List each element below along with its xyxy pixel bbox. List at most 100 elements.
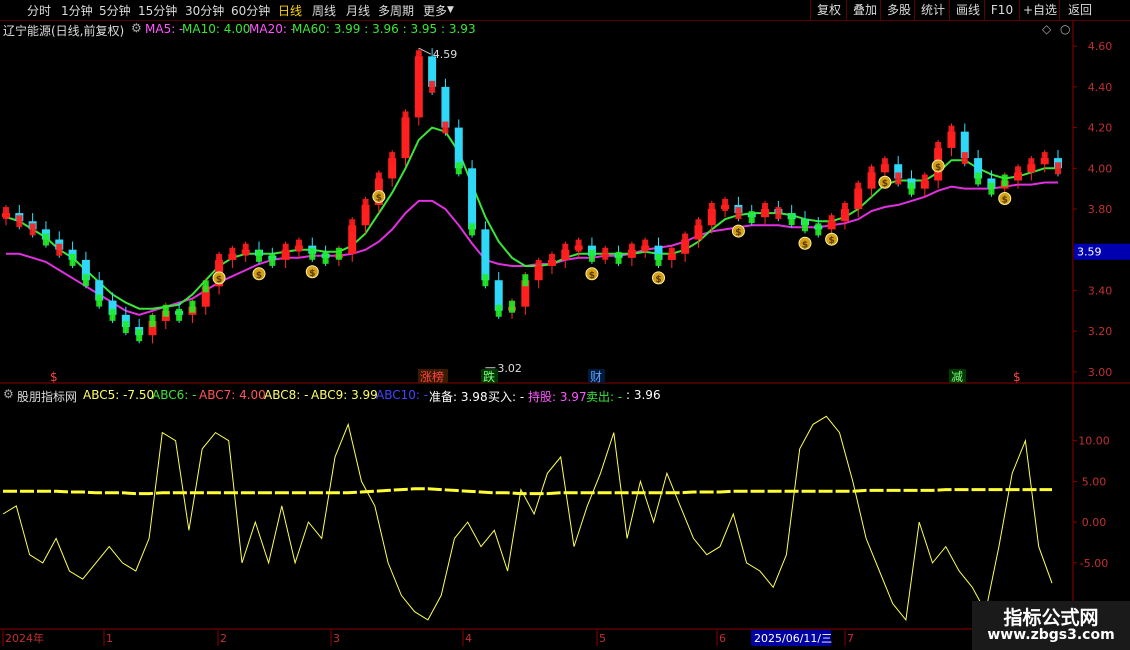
trend-block	[801, 219, 808, 232]
trend-block	[762, 203, 769, 215]
trend-block	[322, 251, 329, 264]
time-tick-label: 7	[847, 632, 854, 645]
trend-block	[775, 207, 782, 220]
cursor-date-label: 2025/06/11/三	[754, 632, 832, 645]
trend-block	[176, 308, 183, 321]
trend-block	[109, 308, 116, 321]
low-marker-label: 3.02	[497, 362, 522, 375]
trend-block	[229, 247, 236, 260]
trend-block	[615, 251, 622, 264]
price-tick-label: 3.80	[1088, 203, 1113, 216]
trend-block	[841, 203, 848, 215]
trend-block	[362, 198, 369, 211]
trend-block	[3, 207, 9, 220]
candle-body	[481, 229, 490, 281]
trend-block	[269, 253, 276, 266]
signal-badge: 财	[590, 370, 602, 384]
stock-chart[interactable]: 3.003.203.403.603.804.004.204.404.603.59…	[0, 0, 1130, 650]
trend-block	[961, 152, 968, 165]
trend-block	[895, 172, 902, 185]
trend-block	[655, 253, 662, 266]
trend-block	[682, 233, 689, 246]
money-bag-symbol: $	[589, 271, 595, 281]
trend-block	[136, 329, 143, 342]
trend-block	[56, 243, 63, 256]
trend-block	[855, 182, 862, 195]
trend-block	[815, 223, 822, 236]
abc9-line	[3, 487, 1052, 496]
trend-block	[495, 304, 502, 317]
time-tick-label: 4	[465, 632, 472, 645]
trend-block	[42, 233, 49, 246]
trend-block	[788, 213, 795, 226]
time-tick-label: 1	[106, 632, 113, 645]
trend-block	[96, 294, 103, 307]
trend-block	[122, 321, 129, 334]
indicator-tick-label: 5.00	[1082, 475, 1107, 488]
trend-block	[162, 304, 169, 317]
money-bag-symbol: $	[655, 275, 661, 285]
price-tick-label: 4.40	[1088, 81, 1113, 94]
watermark-logo: 指标公式网 www.zbgs3.com	[972, 601, 1130, 650]
trend-block	[988, 182, 995, 195]
money-bag-symbol: $	[802, 240, 808, 250]
signal-badge: 涨榜	[420, 369, 444, 384]
trend-block	[189, 300, 196, 313]
trend-block	[722, 198, 729, 211]
trend-block	[469, 223, 476, 236]
money-bag-symbol: $	[216, 275, 222, 285]
trend-block	[202, 280, 209, 293]
price-tick-label: 3.00	[1088, 366, 1113, 379]
indicator-tick-label: -5.00	[1080, 557, 1108, 570]
trend-block	[429, 80, 436, 93]
watermark-url: www.zbgs3.com	[987, 627, 1115, 643]
trend-block	[415, 50, 422, 63]
trend-block	[921, 174, 928, 187]
high-marker-label: 4.59	[433, 48, 458, 61]
time-tick-label: 2024年	[5, 631, 44, 645]
trend-block	[708, 203, 715, 215]
trend-block	[282, 243, 289, 256]
trend-block	[482, 274, 489, 287]
trend-block	[389, 152, 396, 165]
trend-block	[695, 219, 702, 232]
indicator-tick-label: 10.00	[1078, 435, 1110, 448]
money-bag-symbol: $	[1002, 196, 1008, 206]
money-bag-symbol: $	[309, 269, 315, 279]
price-tick-label: 4.60	[1088, 40, 1113, 53]
trend-block	[1028, 158, 1035, 171]
trend-block	[1001, 174, 1008, 187]
trend-block	[455, 162, 462, 175]
trend-block	[975, 172, 982, 185]
trend-block	[535, 259, 542, 272]
trend-block	[935, 141, 942, 154]
trend-block	[69, 253, 76, 266]
money-bag-symbol: $	[376, 193, 382, 203]
money-bag-symbol: $	[828, 236, 834, 246]
trend-block	[548, 253, 555, 266]
trend-block	[602, 247, 609, 260]
trend-block	[16, 215, 23, 228]
trend-block	[828, 215, 835, 228]
trend-block	[82, 274, 89, 287]
trend-block	[735, 207, 742, 220]
trend-block	[375, 172, 382, 185]
trend-block	[256, 249, 263, 262]
trend-block	[442, 121, 449, 134]
candle-body	[454, 127, 463, 169]
trend-block	[1041, 152, 1048, 165]
trend-block	[1055, 162, 1061, 175]
trend-block	[1015, 166, 1022, 179]
ma60-line	[6, 181, 1058, 316]
trend-block	[509, 300, 516, 313]
trend-block	[242, 243, 249, 256]
trend-block	[908, 182, 915, 195]
signal-badge: 减	[951, 370, 963, 384]
trend-block	[668, 247, 675, 260]
signal-badge: $	[50, 370, 58, 384]
price-tick-label: 4.20	[1088, 122, 1113, 135]
current-price-label: 3.59	[1077, 246, 1102, 259]
trend-block	[881, 158, 888, 171]
signal-badge: 跌	[483, 369, 495, 384]
price-tick-label: 4.00	[1088, 162, 1113, 175]
